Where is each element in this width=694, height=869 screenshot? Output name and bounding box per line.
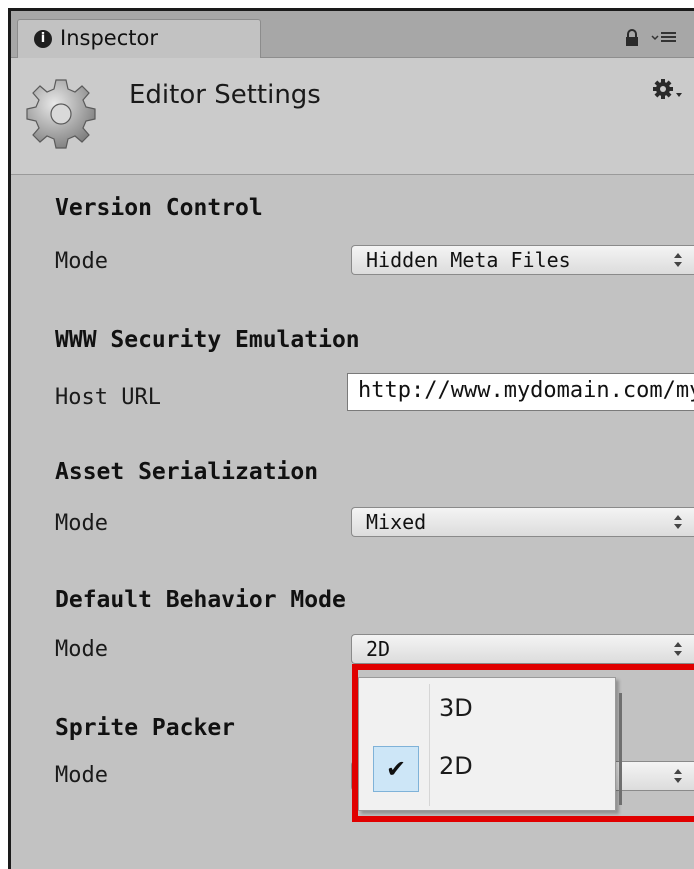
default-behavior-mode-dropdown[interactable]: 2D <box>351 634 694 664</box>
highlight-box <box>352 664 694 822</box>
dropdown-value: Hidden Meta Files <box>366 248 571 272</box>
asset-serialization-mode-dropdown[interactable]: Mixed <box>351 507 694 537</box>
component-header: Editor Settings <box>11 58 694 175</box>
inspector-window: i Inspector Editor Settings Version Cont… <box>8 8 694 869</box>
dropdown-value: Mixed <box>366 510 427 534</box>
component-title: Editor Settings <box>129 80 321 110</box>
tab-label: Inspector <box>60 26 158 50</box>
dropdown-arrows-icon <box>674 642 682 656</box>
section-version-control: Version Control <box>55 195 263 221</box>
gear-menu-icon[interactable] <box>651 78 683 104</box>
lock-icon[interactable] <box>623 29 641 47</box>
host-url-value: http://www.mydomain.com/mygame.unity3d <box>358 378 694 403</box>
asset-serialization-mode-label: Mode <box>55 511 108 536</box>
info-icon: i <box>34 30 52 48</box>
default-behavior-mode-label: Mode <box>55 637 108 662</box>
version-control-mode-dropdown[interactable]: Hidden Meta Files <box>351 245 694 275</box>
dropdown-arrows-icon <box>674 253 682 267</box>
tab-menu-icon[interactable] <box>651 30 677 44</box>
host-url-field[interactable]: http://www.mydomain.com/mygame.unity3d <box>347 373 694 411</box>
section-asset-serialization: Asset Serialization <box>55 459 319 485</box>
section-default-behavior: Default Behavior Mode <box>55 587 346 613</box>
host-url-label: Host URL <box>55 385 161 410</box>
section-sprite-packer: Sprite Packer <box>55 715 236 741</box>
tab-inspector[interactable]: i Inspector <box>17 19 261 58</box>
tab-bar: i Inspector <box>11 11 694 58</box>
section-www-security: WWW Security Emulation <box>55 327 360 353</box>
dropdown-arrows-icon <box>674 515 682 529</box>
dropdown-value: 2D <box>366 637 391 661</box>
version-control-mode-label: Mode <box>55 249 108 274</box>
gear-icon <box>26 79 96 149</box>
sprite-packer-mode-label: Mode <box>55 763 108 788</box>
